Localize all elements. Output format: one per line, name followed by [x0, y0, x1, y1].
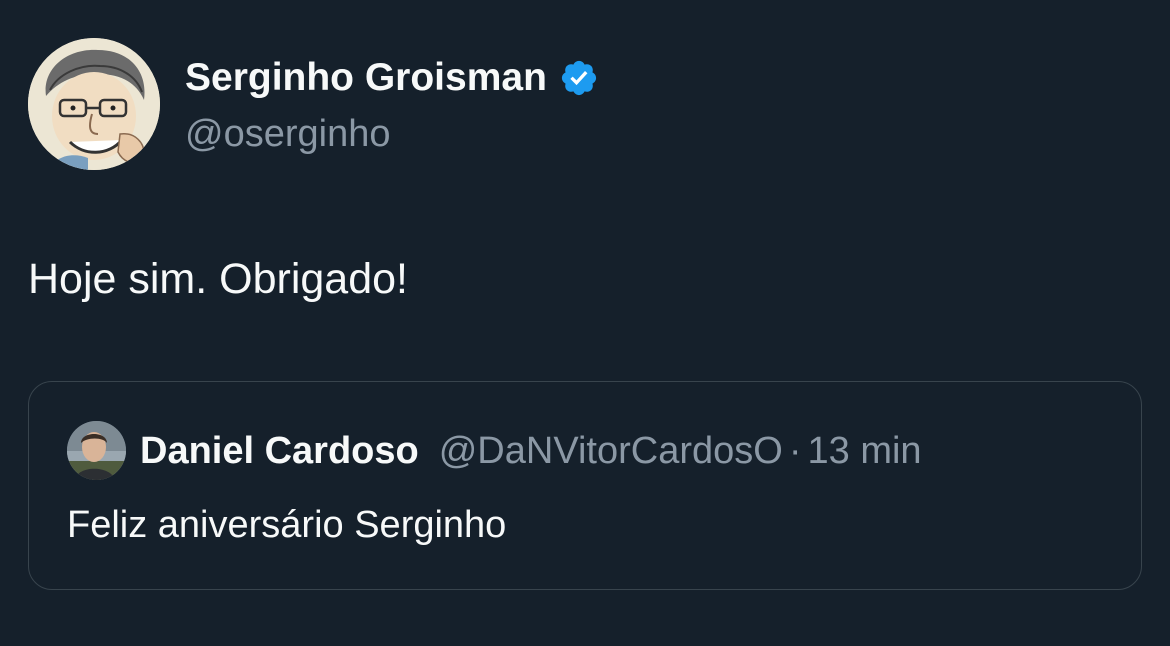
- separator-dot: ·: [788, 430, 802, 472]
- quoted-author-avatar[interactable]: [67, 421, 126, 480]
- author-name-label: Serginho Groisman: [185, 56, 547, 99]
- quoted-tweet-text: Feliz aniversário Serginho: [67, 504, 507, 546]
- author-name[interactable]: Serginho Groisman: [185, 56, 599, 100]
- verified-badge-icon: [559, 58, 599, 98]
- quoted-author-handle[interactable]: @DaNVitorCardosO: [439, 426, 783, 476]
- tweet-text: Hoje sim. Obrigado!: [28, 255, 408, 303]
- author-avatar[interactable]: [28, 38, 160, 170]
- tweet: Serginho Groisman @oserginho Hoje sim. O…: [0, 0, 1170, 646]
- quoted-tweet-timestamp[interactable]: 13 min: [808, 426, 922, 476]
- profile-photo: [67, 421, 126, 480]
- quoted-author-name[interactable]: Daniel Cardoso: [140, 426, 419, 476]
- author-handle[interactable]: @oserginho: [185, 112, 390, 156]
- quoted-tweet-card[interactable]: Daniel Cardoso @DaNVitorCardosO · 13 min…: [28, 381, 1142, 590]
- quoted-tweet-header: Daniel Cardoso @DaNVitorCardosO · 13 min: [140, 426, 922, 476]
- caricature-portrait: [28, 38, 160, 170]
